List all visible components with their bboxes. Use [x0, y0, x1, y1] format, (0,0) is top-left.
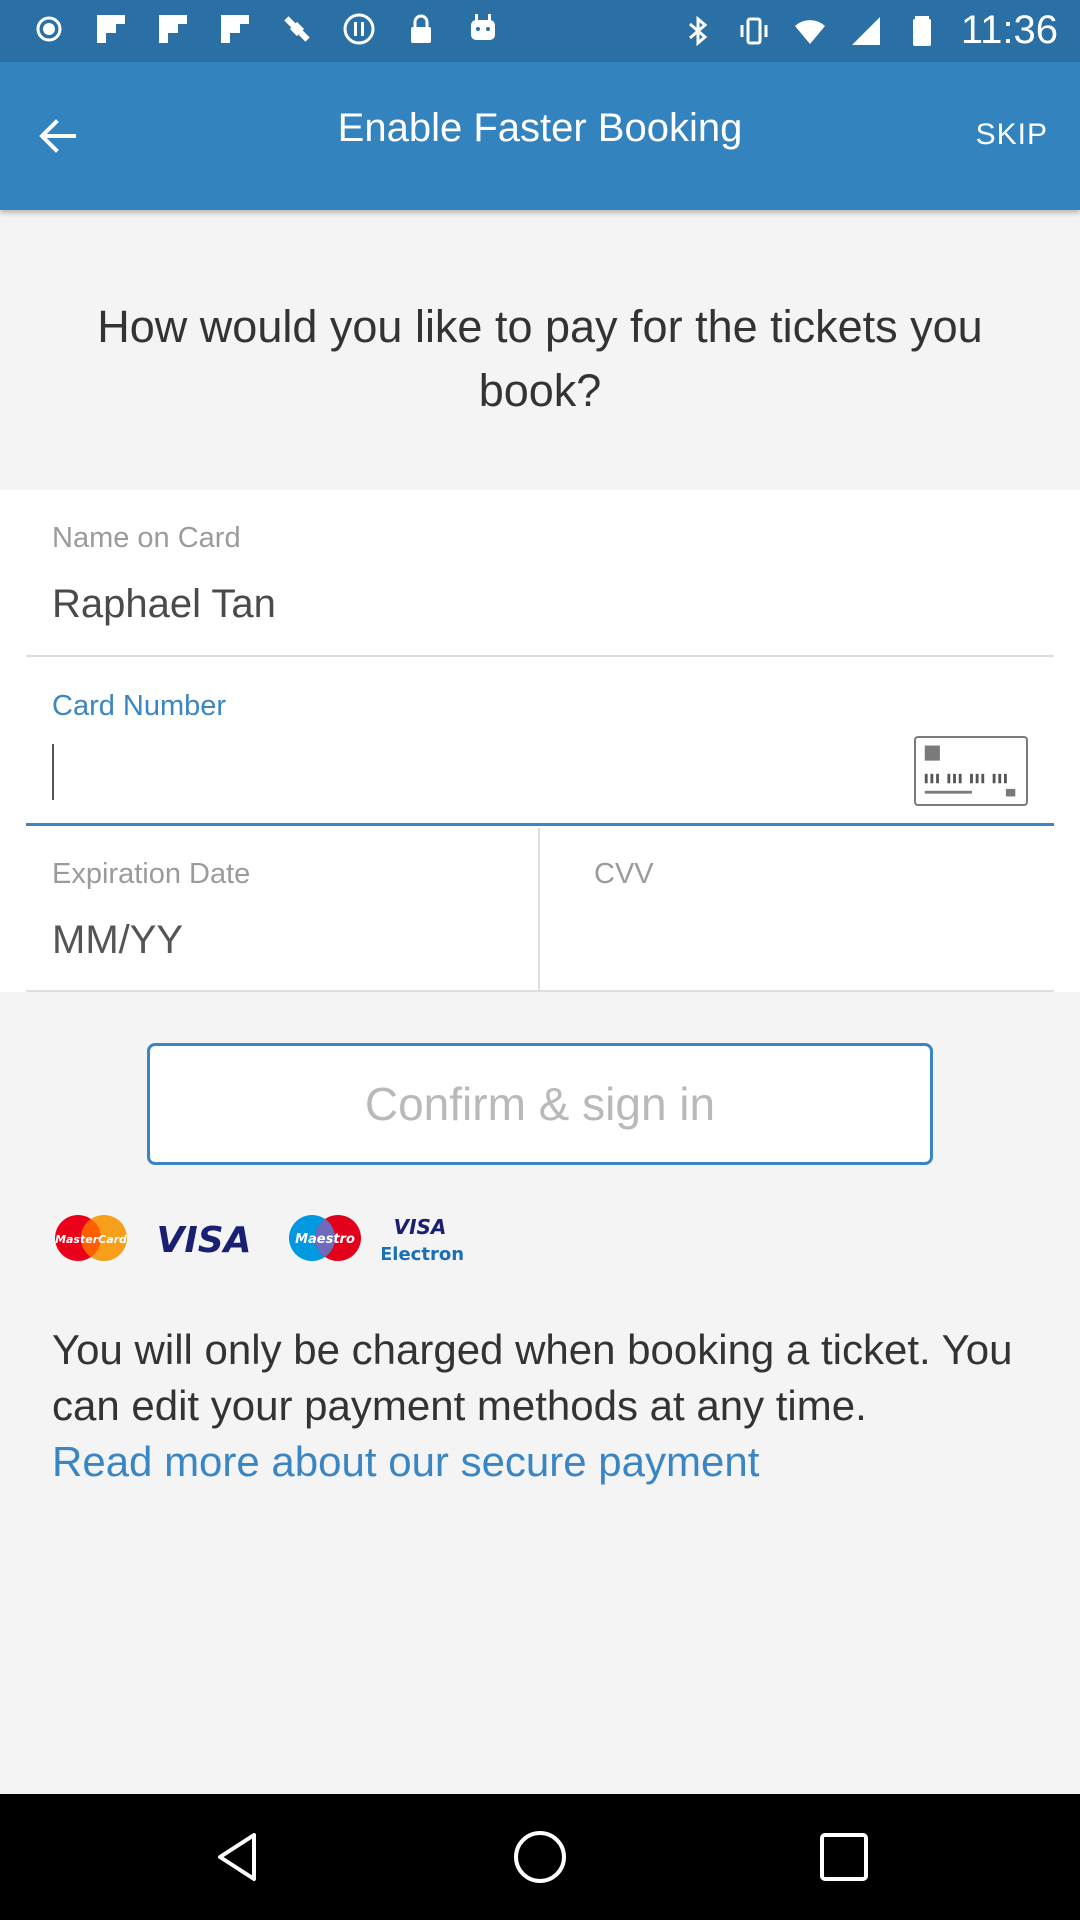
- expiration-underline: [26, 990, 538, 992]
- visa-electron-logo-bottom: Electron: [382, 1244, 464, 1265]
- payment-info-text: You will only be charged when booking a …: [52, 1326, 1013, 1429]
- lock-icon: [411, 14, 431, 43]
- flipboard-icon: [221, 15, 249, 43]
- bluetooth-icon: [688, 15, 708, 46]
- name-on-card-label: Name on Card: [52, 522, 241, 554]
- maestro-logo-icon: Maestro: [289, 1215, 361, 1261]
- app-bar: Enable Faster Booking SKIP: [0, 62, 1080, 210]
- fake-gps-icon: [284, 16, 310, 42]
- skip-button[interactable]: SKIP: [976, 118, 1048, 152]
- expiration-date-label: Expiration Date: [52, 858, 251, 890]
- signal-icon: [851, 16, 880, 45]
- flipboard-icon: [159, 15, 187, 43]
- back-triangle-icon[interactable]: [208, 1827, 268, 1887]
- visa-electron-logo-icon: VISA Electron: [382, 1215, 464, 1265]
- payment-prompt: How would you like to pay for the ticket…: [97, 301, 983, 416]
- cvv-label: CVV: [594, 858, 654, 890]
- card-number-underline: [26, 823, 1054, 826]
- maestro-logo-text: Maestro: [295, 1232, 355, 1247]
- card-number-input[interactable]: [52, 740, 872, 806]
- payment-form: Name on Card Raphael Tan Card Number Exp…: [0, 490, 1080, 992]
- flipboard-icon: [97, 15, 125, 43]
- pause-circle-icon: [343, 13, 375, 45]
- visa-electron-logo-top: VISA: [394, 1215, 447, 1239]
- home-circle-icon[interactable]: [510, 1827, 570, 1887]
- status-time: 11:36: [960, 8, 1058, 52]
- vibrate-icon: [740, 17, 768, 44]
- payment-info: You will only be charged when booking a …: [52, 1322, 1042, 1490]
- cvv-input[interactable]: [594, 918, 1024, 974]
- text-cursor: [52, 744, 54, 800]
- android-icon: [471, 14, 495, 40]
- name-on-card-input[interactable]: Raphael Tan: [52, 582, 276, 627]
- secure-payment-link[interactable]: Read more about our secure payment: [52, 1434, 1042, 1490]
- confirm-sign-in-button[interactable]: Confirm & sign in: [147, 1043, 933, 1165]
- status-right-icons: 11:36: [681, 8, 1058, 53]
- expiration-date-input[interactable]: MM/YY: [52, 918, 183, 963]
- mastercard-logo-icon: MasterCard: [55, 1215, 127, 1261]
- status-left-icons: [32, 12, 500, 46]
- notification-dot-icon: [36, 16, 62, 42]
- page-title: Enable Faster Booking: [337, 106, 743, 150]
- status-bar: 11:36: [0, 0, 1080, 62]
- recents-square-icon[interactable]: [814, 1827, 874, 1887]
- mastercard-logo-text: MasterCard: [55, 1233, 127, 1246]
- name-underline: [26, 655, 1054, 657]
- cvv-underline: [540, 990, 1054, 992]
- wifi-icon: [794, 19, 825, 44]
- card-scan-icon[interactable]: [914, 736, 1028, 806]
- field-divider: [538, 828, 540, 992]
- navigation-bar: [0, 1794, 1080, 1920]
- visa-logo-text: VISA: [156, 1220, 251, 1261]
- card-number-label: Card Number: [52, 690, 227, 722]
- visa-logo-icon: VISA: [156, 1220, 251, 1261]
- battery-icon: [912, 15, 931, 46]
